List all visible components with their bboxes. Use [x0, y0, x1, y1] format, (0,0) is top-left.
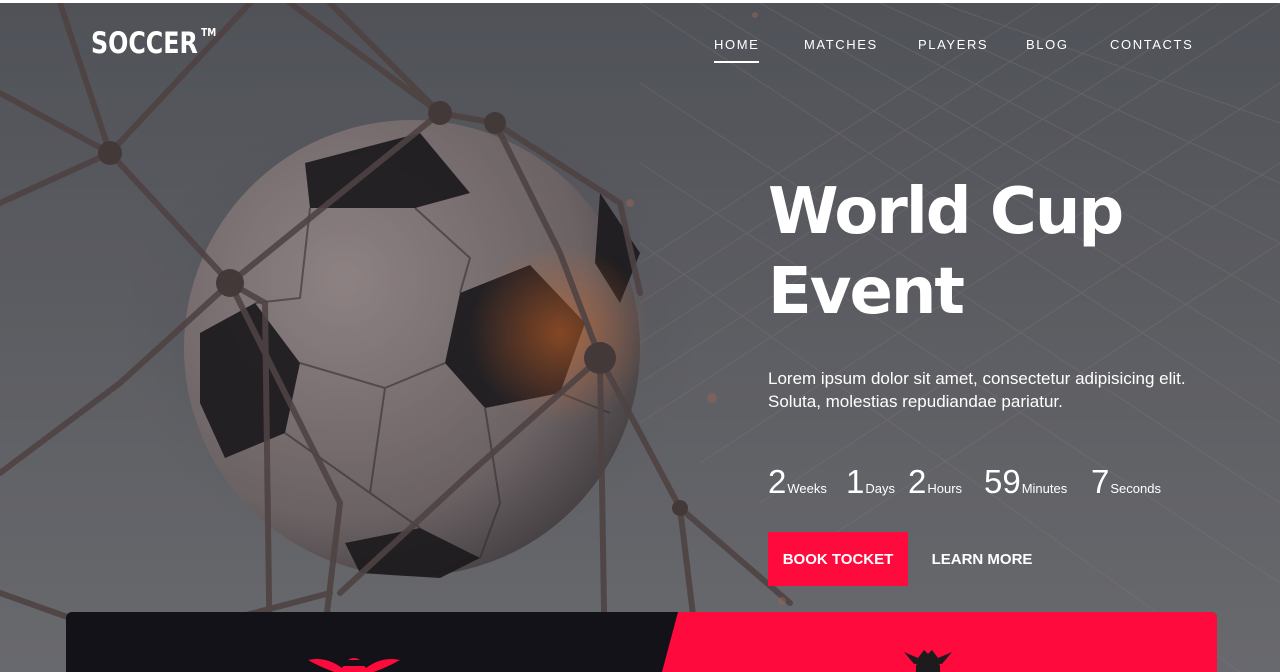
- main-nav: HOME MATCHES PLAYERS BLOG CONTACTS: [0, 37, 1280, 67]
- nav-contacts[interactable]: CONTACTS: [1110, 37, 1193, 52]
- countdown-seconds-value: 7: [1091, 463, 1110, 500]
- learn-more-button[interactable]: LEARN MORE: [920, 532, 1044, 586]
- hero-description: Lorem ipsum dolor sit amet, consectetur …: [768, 369, 1186, 411]
- nav-home[interactable]: HOME: [714, 37, 760, 63]
- hero-section: [0, 3, 1280, 672]
- countdown-hours: 2Hours: [908, 463, 962, 501]
- hero-title-line2: Event: [768, 255, 965, 329]
- nav-blog[interactable]: BLOG: [1026, 37, 1069, 52]
- countdown-minutes-value: 59: [984, 463, 1021, 500]
- countdown-seconds-unit: Seconds: [1110, 481, 1161, 496]
- countdown-days-unit: Days: [865, 481, 895, 496]
- countdown-days-value: 1: [846, 463, 865, 500]
- countdown-minutes: 59Minutes: [984, 463, 1067, 501]
- football-wings-icon: [308, 658, 400, 672]
- book-ticket-button[interactable]: BOOK TOCKET: [768, 532, 908, 586]
- hero-title: World Cup Event: [768, 172, 1124, 332]
- countdown-minutes-unit: Minutes: [1021, 481, 1068, 496]
- countdown-hours-value: 2: [908, 463, 927, 500]
- countdown-days: 1Days: [846, 463, 895, 501]
- countdown-weeks: 2Weeks: [768, 463, 827, 501]
- countdown-seconds: 7Seconds: [1091, 463, 1161, 501]
- soccer-eagle-icon: [904, 650, 952, 672]
- match-bar: [66, 612, 1217, 672]
- countdown-weeks-unit: Weeks: [787, 481, 827, 496]
- countdown-hours-unit: Hours: [927, 481, 963, 496]
- countdown-weeks-value: 2: [768, 463, 787, 500]
- hero-overlay: [0, 3, 1280, 672]
- nav-matches[interactable]: MATCHES: [804, 37, 878, 52]
- nav-players[interactable]: PLAYERS: [918, 37, 988, 52]
- hero-title-line1: World Cup: [768, 175, 1124, 249]
